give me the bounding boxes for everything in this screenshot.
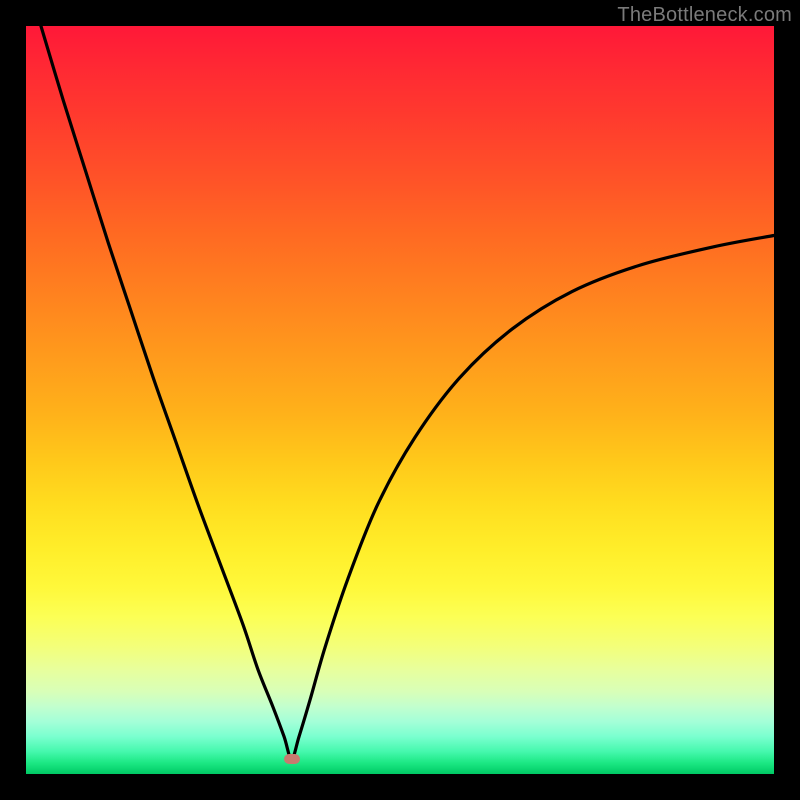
chart-frame: TheBottleneck.com	[0, 0, 800, 800]
plot-area	[26, 26, 774, 774]
watermark-text: TheBottleneck.com	[617, 4, 792, 27]
bottleneck-curve	[26, 26, 774, 774]
optimum-marker	[284, 754, 300, 764]
